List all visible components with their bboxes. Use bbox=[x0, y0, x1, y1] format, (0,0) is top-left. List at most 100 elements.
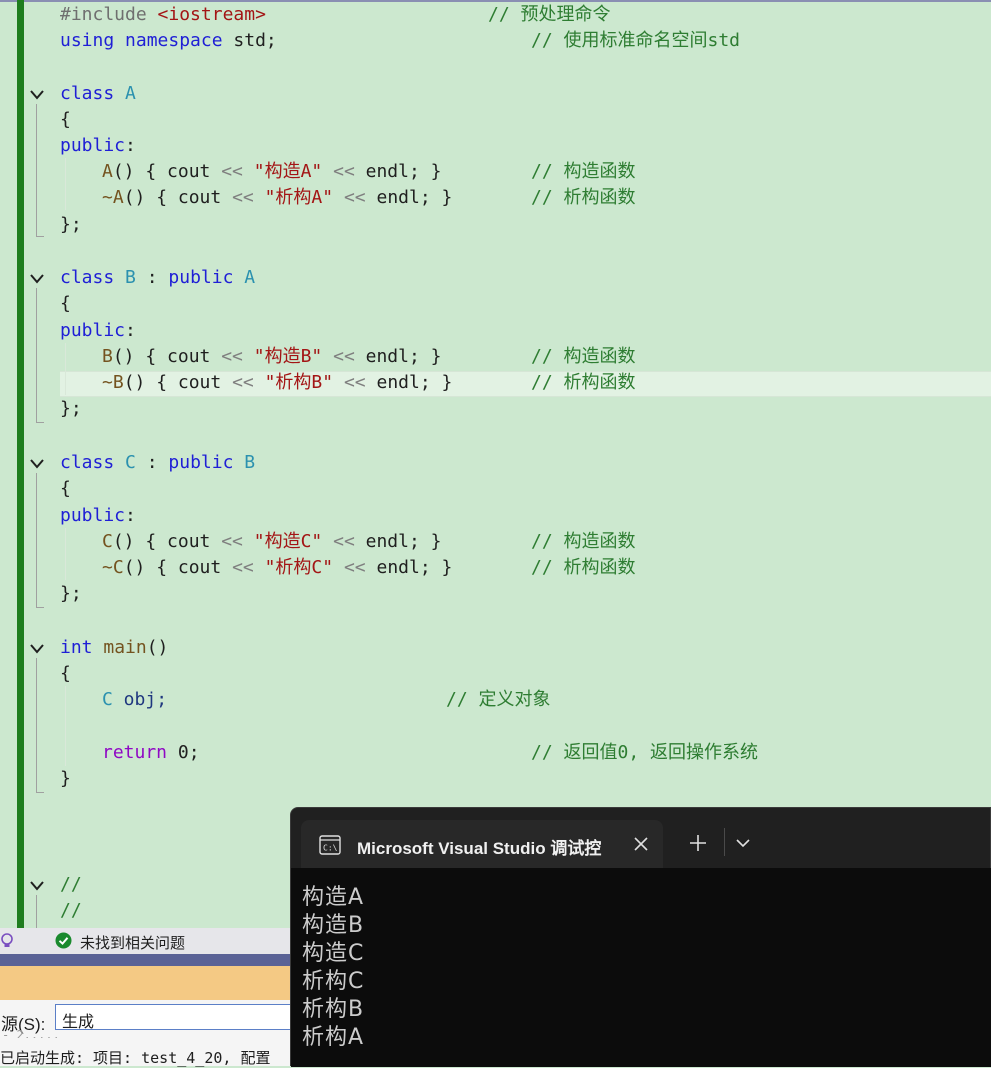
terminal-output[interactable]: 构造A 构造B 构造C 析构C 析构B 析构A bbox=[291, 868, 991, 1067]
operator: << bbox=[221, 531, 243, 552]
operator: << bbox=[221, 161, 243, 182]
string-literal: "构造C" bbox=[253, 531, 323, 552]
operator: << bbox=[333, 161, 355, 182]
fold-guide bbox=[36, 658, 37, 792]
code-line-class-a[interactable]: class A bbox=[60, 81, 136, 107]
code-editor[interactable]: #include <iostream> // 预处理命令 using names… bbox=[0, 0, 991, 928]
code-text: () { cout bbox=[112, 531, 222, 552]
keyword: class bbox=[60, 452, 115, 473]
fold-guide bbox=[36, 473, 37, 607]
code-line-main[interactable]: int main() bbox=[60, 635, 168, 661]
keyword: using bbox=[60, 30, 115, 51]
code-line-dtor-a[interactable]: ~A() { cout << "析构A" << endl; } bbox=[102, 185, 452, 211]
fold-guide bbox=[36, 104, 37, 236]
code-line-ctor-b[interactable]: B() { cout << "构造B" << endl; } bbox=[102, 344, 442, 370]
function-name: ~A bbox=[102, 187, 124, 208]
collapse-chevron-icon[interactable] bbox=[29, 271, 45, 287]
code-line-public[interactable]: public: bbox=[60, 133, 136, 159]
code-line-return[interactable]: return 0; bbox=[102, 740, 200, 766]
code-text: () { cout bbox=[123, 557, 233, 578]
function-name: ~B bbox=[102, 372, 124, 393]
lightbulb-icon[interactable] bbox=[0, 933, 14, 949]
code-brace[interactable]: } bbox=[60, 766, 71, 792]
code-text: : bbox=[135, 452, 169, 473]
operator: << bbox=[333, 346, 355, 367]
keyword: public bbox=[168, 452, 234, 473]
code-line-ctor-a[interactable]: A() { cout << "构造A" << endl; } bbox=[102, 159, 442, 185]
build-status-band bbox=[0, 966, 290, 1000]
check-circle-icon bbox=[55, 932, 72, 949]
code-brace[interactable]: }; bbox=[60, 581, 82, 607]
code-text: endl; } bbox=[354, 161, 442, 182]
function-name: A bbox=[102, 161, 113, 182]
class-name: A bbox=[244, 267, 256, 288]
terminal-tab[interactable]: C:\ Microsoft Visual Studio 调试控 bbox=[301, 820, 663, 868]
source-select-value: 生成 bbox=[62, 1014, 95, 1031]
function-name: main bbox=[103, 637, 147, 658]
code-line-dtor-b[interactable]: ~B() { cout << "析构B" << endl; } bbox=[102, 370, 452, 396]
comment: // 析构函数 bbox=[531, 372, 636, 393]
comment: // 使用标准命名空间std bbox=[531, 30, 741, 51]
code-line-class-c[interactable]: class C : public B bbox=[60, 450, 255, 476]
code-line-class-b[interactable]: class B : public A bbox=[60, 265, 255, 291]
code-text: endl; } bbox=[354, 346, 442, 367]
code-brace[interactable]: { bbox=[60, 291, 71, 317]
code-text: () bbox=[146, 637, 169, 658]
indent-guide bbox=[65, 686, 66, 766]
collapse-chevron-icon[interactable] bbox=[29, 87, 45, 103]
class-name: B bbox=[244, 452, 256, 473]
code-brace[interactable]: { bbox=[60, 107, 71, 133]
collapse-chevron-icon[interactable] bbox=[29, 641, 45, 657]
close-icon[interactable] bbox=[634, 837, 648, 851]
output-faded-line: - 2..... bbox=[2, 1030, 60, 1038]
code-brace[interactable]: }; bbox=[60, 212, 82, 238]
code-brace[interactable]: { bbox=[60, 661, 71, 687]
keyword: class bbox=[60, 83, 115, 104]
string-literal: "析构C" bbox=[264, 557, 334, 578]
source-select[interactable]: 生成 bbox=[55, 1004, 295, 1031]
preprocessor-directive: #include bbox=[60, 4, 158, 25]
string-literal: "析构A" bbox=[264, 187, 334, 208]
indent-guide bbox=[65, 528, 66, 580]
new-tab-plus-icon[interactable] bbox=[689, 834, 707, 852]
code-text: () { cout bbox=[123, 187, 233, 208]
comment: // 构造函数 bbox=[531, 346, 636, 367]
comment: // 析构函数 bbox=[531, 187, 636, 208]
code-line-dtor-c[interactable]: ~C() { cout << "析构C" << endl; } bbox=[102, 555, 452, 581]
code-brace[interactable]: }; bbox=[60, 396, 82, 422]
code-text: std; bbox=[222, 30, 277, 51]
output-log-line: 已启动生成: 项目: test_4_20, 配置 bbox=[0, 1049, 271, 1067]
variable: obj; bbox=[112, 689, 168, 710]
code-text: endl; } bbox=[365, 372, 453, 393]
function-name: ~C bbox=[102, 557, 124, 578]
collapse-chevron-icon[interactable] bbox=[29, 456, 45, 472]
code-line-obj[interactable]: C obj; bbox=[102, 687, 167, 713]
code-text: () { cout bbox=[112, 161, 222, 182]
comment: // 返回值0, 返回操作系统 bbox=[531, 742, 759, 763]
chevron-down-icon[interactable] bbox=[736, 838, 750, 848]
code-line-using[interactable]: using namespace std; bbox=[60, 28, 277, 54]
string-literal: "构造B" bbox=[253, 346, 323, 367]
operator: << bbox=[232, 372, 254, 393]
include-header: <iostream> bbox=[157, 4, 266, 25]
operator: << bbox=[333, 531, 355, 552]
fold-guide bbox=[36, 288, 37, 422]
debug-console-window[interactable]: C:\ Microsoft Visual Studio 调试控 构造A 构造B … bbox=[290, 807, 991, 1067]
code-line-public[interactable]: public: bbox=[60, 318, 136, 344]
class-name: A bbox=[125, 83, 136, 104]
code-line-public[interactable]: public: bbox=[60, 503, 136, 529]
terminal-tab-title: Microsoft Visual Studio 调试控 bbox=[357, 839, 602, 858]
code-text: : bbox=[125, 320, 136, 341]
collapse-chevron-icon[interactable] bbox=[29, 878, 45, 894]
function-name: B bbox=[102, 346, 113, 367]
code-line-include[interactable]: #include <iostream> bbox=[60, 2, 266, 28]
keyword: public bbox=[60, 320, 126, 341]
code-text: : bbox=[135, 267, 169, 288]
status-text: 未找到相关问题 bbox=[80, 935, 186, 952]
code-line-ctor-c[interactable]: C() { cout << "构造C" << endl; } bbox=[102, 529, 442, 555]
indent-guide bbox=[65, 343, 66, 395]
code-text: : bbox=[125, 135, 136, 156]
keyword: public bbox=[60, 135, 126, 156]
output-panel[interactable]: 源(S): 生成 - 2..... 已启动生成: 项目: test_4_20, … bbox=[0, 1000, 295, 1067]
code-brace[interactable]: { bbox=[60, 476, 71, 502]
